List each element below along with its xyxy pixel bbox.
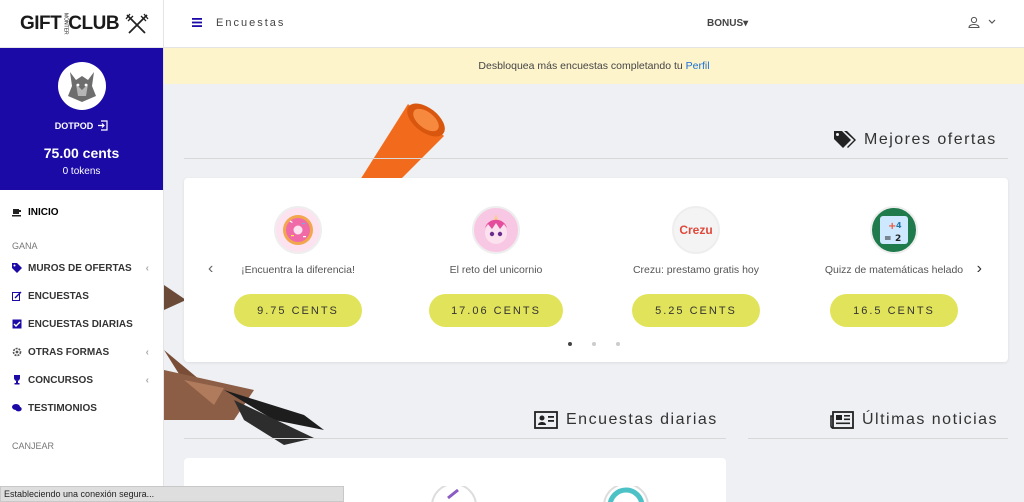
tag-icon bbox=[12, 263, 22, 273]
profile-link[interactable]: Perfil bbox=[686, 60, 710, 72]
comments-icon bbox=[12, 403, 22, 413]
logo-text-small: MONTER bbox=[62, 12, 69, 35]
balance: 75.00 cents bbox=[43, 145, 120, 161]
username: DOTPOD bbox=[54, 120, 94, 131]
svg-text:=: = bbox=[884, 234, 892, 244]
sidebar-item-label: MUROS DE OFERTAS bbox=[28, 262, 132, 274]
offer-card[interactable]: + 4 = 2 Quizz de matemáticas helado 16.5… bbox=[794, 206, 994, 327]
profile-banner: Desbloquea más encuestas completando tu … bbox=[164, 48, 1024, 84]
sidebar-item-otras-formas[interactable]: OTRAS FORMAS ‹ bbox=[0, 338, 163, 366]
section-gana: GANA bbox=[12, 241, 38, 251]
crezu-logo-text: Crezu bbox=[679, 223, 713, 237]
survey-icon bbox=[431, 486, 477, 502]
carousel-pagination bbox=[568, 342, 620, 346]
crossed-forks-icon bbox=[125, 13, 149, 34]
best-offers-heading: Mejores ofertas bbox=[834, 131, 997, 149]
offer-card[interactable]: ¡Encuentra la diferencia! 9.75 CENTS bbox=[198, 206, 398, 327]
megaphone-decoration bbox=[360, 103, 445, 180]
newspaper-icon bbox=[830, 411, 854, 429]
user-icon bbox=[968, 16, 980, 28]
sidebar-item-encuestas-diarias[interactable]: ENCUESTAS DIARIAS bbox=[0, 310, 163, 338]
carousel-dot[interactable] bbox=[568, 342, 572, 346]
sidebar-item-label: INICIO bbox=[28, 206, 59, 218]
banner-text: Desbloquea más encuestas completando tu bbox=[478, 60, 686, 72]
daily-surveys-divider bbox=[184, 438, 726, 439]
tags-icon bbox=[834, 131, 856, 148]
logout-icon[interactable] bbox=[97, 120, 108, 131]
sidebar-item-label: ENCUESTAS DIARIAS bbox=[28, 318, 133, 330]
math-quiz-icon: + 4 = 2 bbox=[870, 206, 918, 254]
logo-text-right: CLUB bbox=[68, 12, 120, 34]
best-offers-divider bbox=[184, 158, 1008, 159]
svg-text:4: 4 bbox=[896, 221, 902, 230]
offer-reward-button[interactable]: 5.25 CENTS bbox=[632, 294, 760, 327]
latest-news-divider bbox=[748, 438, 1008, 439]
offer-title: Crezu: prestamo gratis hoy bbox=[632, 264, 760, 276]
wolf-avatar-icon bbox=[67, 72, 96, 102]
profile-panel: DOTPOD 75.00 cents 0 tokens bbox=[0, 48, 163, 190]
chevron-left-icon: ‹ bbox=[145, 346, 149, 358]
carousel-dot[interactable] bbox=[616, 342, 620, 346]
svg-text:2: 2 bbox=[895, 234, 901, 244]
sidebar-item-concursos[interactable]: CONCURSOS ‹ bbox=[0, 366, 163, 394]
brand-logo[interactable]: GIFT MONTER CLUB bbox=[0, 0, 163, 48]
offer-title: Quizz de matemáticas helado bbox=[824, 264, 964, 276]
sidebar-item-encuestas[interactable]: ENCUESTAS bbox=[0, 282, 163, 310]
latest-news-heading: Últimas noticias bbox=[830, 411, 998, 429]
sidebar-item-inicio[interactable]: INICIO bbox=[0, 198, 163, 226]
check-square-icon bbox=[12, 319, 22, 329]
offer-title: ¡Encuentra la diferencia! bbox=[241, 264, 355, 276]
offer-reward-button[interactable]: 9.75 CENTS bbox=[234, 294, 362, 327]
donut-icon bbox=[274, 206, 322, 254]
avatar[interactable] bbox=[57, 62, 106, 110]
offer-card[interactable]: Crezu Crezu: prestamo gratis hoy 5.25 CE… bbox=[596, 206, 796, 327]
chevron-left-icon: ‹ bbox=[145, 374, 149, 386]
daily-surveys-heading: Encuestas diarias bbox=[534, 411, 718, 429]
sidebar-item-label: OTRAS FORMAS bbox=[28, 346, 110, 358]
crezu-logo-icon: Crezu bbox=[672, 206, 720, 254]
topbar: Encuestas BONUS▾ bbox=[164, 0, 1024, 48]
sidebar-item-testimonios[interactable]: TESTIMONIOS bbox=[0, 394, 163, 422]
offer-title: El reto del unicornio bbox=[449, 264, 543, 276]
user-menu[interactable] bbox=[968, 16, 996, 28]
bonus-label: BONUS bbox=[707, 18, 744, 29]
chevron-down-icon bbox=[988, 19, 996, 24]
best-offers-title: Mejores ofertas bbox=[864, 131, 997, 148]
offer-reward-button[interactable]: 17.06 CENTS bbox=[429, 294, 563, 327]
trophy-icon bbox=[12, 375, 22, 385]
daily-surveys-title: Encuestas diarias bbox=[566, 411, 718, 428]
sidebar-item-label: TESTIMONIOS bbox=[28, 402, 97, 414]
sidebar: GIFT MONTER CLUB DOTPOD 75.00 cents 0 to… bbox=[0, 0, 164, 502]
username-row: DOTPOD bbox=[0, 120, 163, 131]
sidebar-nav: INICIO GANA MUROS DE OFERTAS ‹ ENCUESTAS… bbox=[0, 190, 163, 454]
hamburger-menu-icon[interactable] bbox=[192, 18, 202, 27]
sidebar-item-label: ENCUESTAS bbox=[28, 290, 89, 302]
offer-card[interactable]: El reto del unicornio 17.06 CENTS bbox=[396, 206, 596, 327]
chevron-left-icon: ‹ bbox=[145, 262, 149, 274]
coffee-icon bbox=[12, 207, 22, 217]
sidebar-item-muros-de-ofertas[interactable]: MUROS DE OFERTAS ‹ bbox=[0, 254, 163, 282]
caret-down-icon: ▾ bbox=[743, 18, 749, 29]
id-card-icon bbox=[534, 411, 558, 429]
edit-icon bbox=[12, 291, 22, 301]
logo-text-left: GIFT bbox=[20, 12, 62, 34]
bonus-dropdown[interactable]: BONUS▾ bbox=[707, 18, 748, 29]
gear-icon bbox=[12, 347, 22, 357]
sidebar-item-label: CONCURSOS bbox=[28, 374, 94, 386]
section-canjear: CANJEAR bbox=[12, 441, 55, 451]
carousel-dot[interactable] bbox=[592, 342, 596, 346]
latest-news-title: Últimas noticias bbox=[862, 411, 999, 428]
page-title: Encuestas bbox=[216, 17, 286, 29]
survey-icon bbox=[603, 486, 649, 502]
browser-status-bar: Estableciendo una conexión segura... bbox=[0, 486, 344, 502]
tokens: 0 tokens bbox=[62, 166, 101, 177]
unicorn-icon bbox=[472, 206, 520, 254]
offers-carousel: ‹ › ¡Encuentra la diferencia! 9.75 CENTS bbox=[184, 178, 1008, 362]
offer-reward-button[interactable]: 16.5 CENTS bbox=[830, 294, 958, 327]
